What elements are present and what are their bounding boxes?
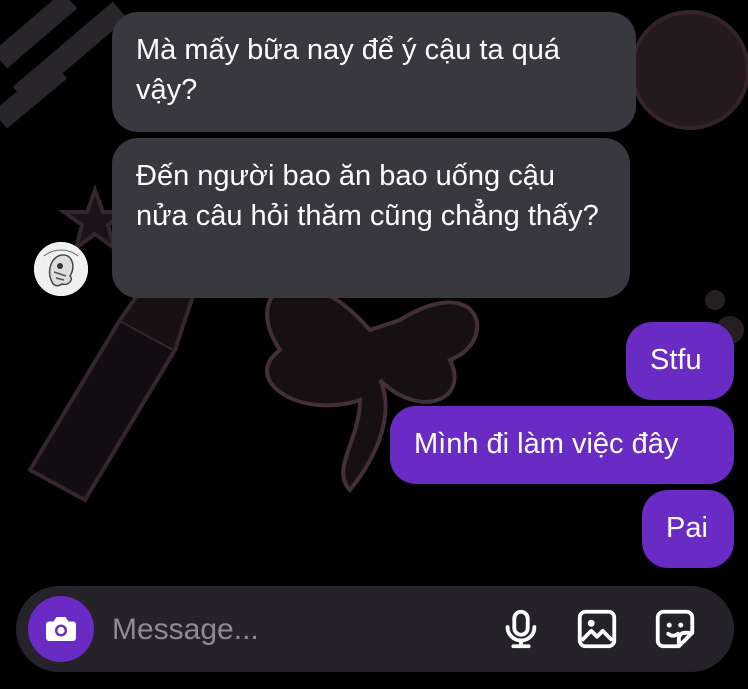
message-bubble-sent[interactable]: Mình đi làm việc đây [390,406,734,484]
camera-button[interactable] [28,596,94,662]
message-input-placeholder: Message... [112,613,259,646]
message-input[interactable]: Message... [112,610,259,650]
avatar-illustration [34,242,88,296]
contact-avatar[interactable] [34,242,88,296]
camera-icon [46,617,76,641]
microphone-icon[interactable] [498,606,544,652]
message-text: Đến người bao ăn bao uống cậu nửa câu hỏ… [136,160,599,232]
message-bubble-received[interactable]: Đến người bao ăn bao uống cậu nửa câu hỏ… [112,138,630,298]
message-bubble-received[interactable]: Mà mấy bữa nay để ý cậu ta quá vậy? [112,12,636,132]
message-bubble-sent[interactable]: Stfu [626,322,734,400]
message-text: Stfu [650,344,702,376]
message-text: Mình đi làm việc đây [414,428,679,460]
message-text: Mà mấy bữa nay để ý cậu ta quá vậy? [136,34,561,106]
message-bubble-sent[interactable]: Pai [642,490,734,568]
message-composer: Message... [16,586,734,672]
image-icon[interactable] [574,606,620,652]
message-text: Pai [666,512,708,544]
sticker-icon[interactable] [652,606,698,652]
